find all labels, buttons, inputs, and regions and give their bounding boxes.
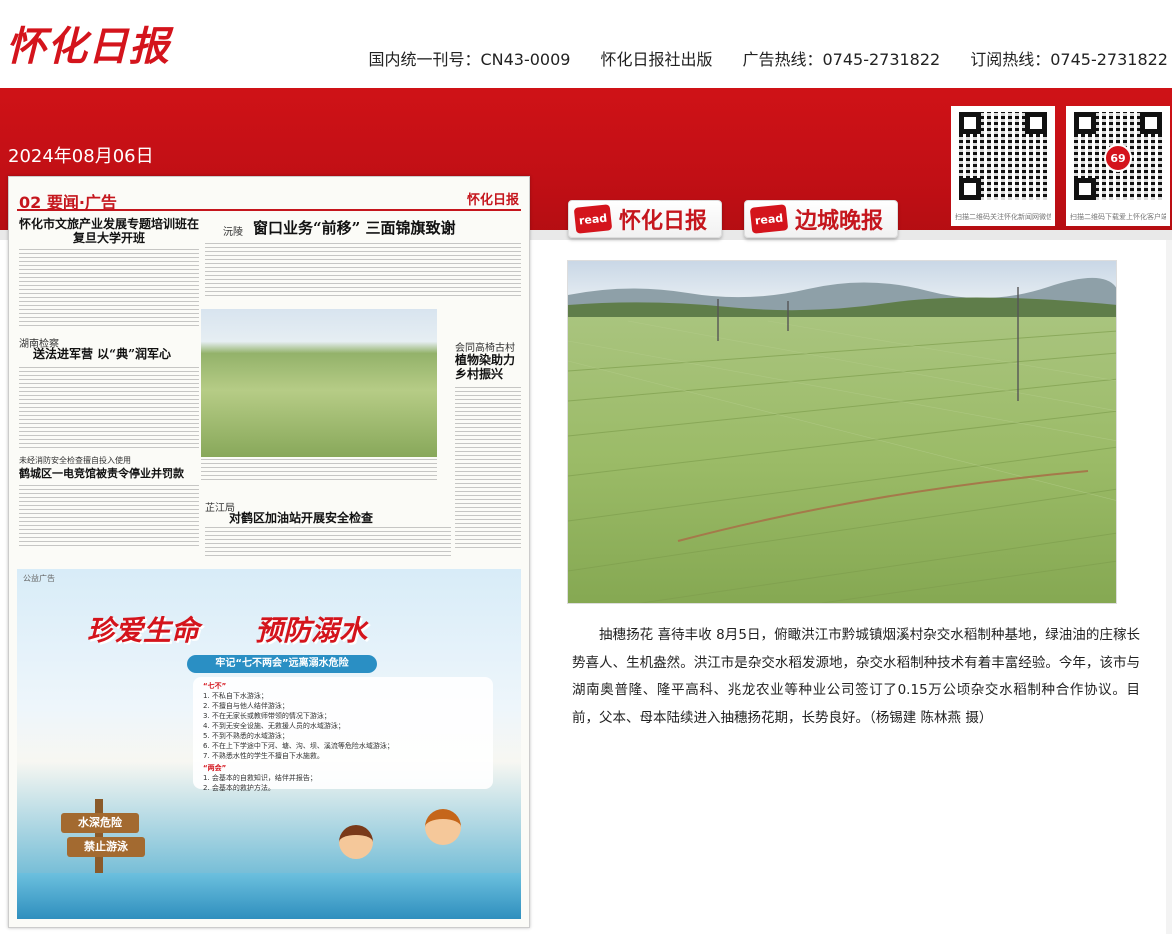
- kicker: 沅陵: [223, 227, 243, 238]
- article-text: [205, 527, 451, 557]
- anti-drowning-poster[interactable]: 公益广告 珍爱生命 预防溺水 牢记“七不两会”远离溺水危险 “七不” 1. 不私…: [17, 569, 521, 919]
- poster-seven-label: “七不”: [203, 682, 227, 690]
- edition-tabs: read 怀化日报 read 边城晚报: [568, 200, 899, 238]
- app-badge-icon: 69: [1104, 144, 1132, 172]
- child-drowning-icon: [339, 825, 373, 859]
- kicker: 会同高椅古村: [455, 343, 515, 354]
- qr-caption: 扫描二维码下载爱上怀化客户端: [1070, 213, 1166, 221]
- header-info-publisher: 怀化日报社出版: [600, 50, 713, 69]
- article-text: [205, 243, 521, 299]
- poster-rule: 1. 会基本的自救知识，结伴并报告；: [203, 774, 317, 782]
- headline-training[interactable]: 怀化市文旅产业发展专题培训班在复旦大学开班: [19, 217, 199, 246]
- water: [17, 873, 521, 919]
- article-photo[interactable]: [567, 260, 1117, 604]
- qr-caption: 扫描二维码关注怀化新闻网微信公众号: [955, 213, 1051, 221]
- sign-danger: 水深危险: [61, 813, 139, 833]
- site-logo[interactable]: 怀化日报: [6, 14, 170, 72]
- poster-tag: 公益广告: [23, 574, 55, 583]
- poster-rule: 2. 会基本的救护方法。: [203, 784, 275, 792]
- article-text: [455, 387, 521, 549]
- headline-law-army[interactable]: 送法进军营 以“典”润军心: [33, 347, 203, 361]
- rice-field-photo: [568, 261, 1116, 603]
- photo-caption-text: [201, 459, 437, 481]
- poster-rule: 3. 不在无家长或教师带领的情况下游泳；: [203, 712, 331, 720]
- header-info: 国内统一刊号：CN43-0009 怀化日报社出版 广告热线：0745-27318…: [368, 46, 1168, 70]
- page-header: 02 要闻·广告 怀化日报: [17, 187, 521, 212]
- poster-title-b: 预防溺水: [255, 614, 368, 647]
- header-info-subscribe-hotline: 订阅热线：0745-2731822: [970, 50, 1168, 69]
- headline-esports[interactable]: 鹤城区一电竞馆被责令停业并罚款: [19, 467, 199, 480]
- page-section-title: 02 要闻·广告: [19, 193, 117, 212]
- sign-no-swim: 禁止游泳: [67, 837, 145, 857]
- poster-rule: 2. 不擅自与他人结伴游泳；: [203, 702, 289, 710]
- poster-banner: 牢记“七不两会”远离溺水危险: [187, 655, 377, 673]
- page-edge: [1166, 240, 1172, 934]
- poster-rule: 4. 不到无安全设施、无救援人员的水域游泳；: [203, 722, 345, 730]
- poster-title-a: 珍爱生命: [87, 614, 200, 647]
- kicker: 未经消防安全检查擅自投入使用: [19, 456, 131, 465]
- site-header: 怀化日报 国内统一刊号：CN43-0009 怀化日报社出版 广告热线：0745-…: [0, 0, 1172, 88]
- issue-date[interactable]: 2024年08月06日: [8, 142, 154, 168]
- header-info-issn: 国内统一刊号：CN43-0009: [368, 50, 571, 69]
- article-text: [19, 485, 199, 549]
- child-drowning-icon: [425, 809, 461, 845]
- poster-rule: 5. 不到不熟悉的水域游泳；: [203, 732, 289, 740]
- page-photo-rice[interactable]: [201, 309, 437, 457]
- poster-rule: 6. 不在上下学途中下河、塘、沟、坝、溪流等危险水域游泳；: [203, 742, 394, 750]
- poster-two-label: “两会”: [203, 764, 227, 772]
- headline-window-service[interactable]: 窗口业务“前移” 三面锦旗致谢: [253, 219, 523, 237]
- headline-gas-station[interactable]: 对鹤区加油站开展安全检查: [229, 511, 449, 525]
- poster-rule: 1. 不私自下水游泳；: [203, 692, 268, 700]
- read-icon: read: [573, 204, 613, 234]
- tab-label: 怀化日报: [619, 208, 708, 234]
- tab-biancheng-evening[interactable]: read 边城晚报: [744, 200, 899, 238]
- qr-code-app: 69 扫描二维码下载爱上怀化客户端: [1066, 106, 1170, 226]
- read-icon: read: [749, 204, 789, 234]
- qr-code-wechat: 扫描二维码关注怀化新闻网微信公众号: [951, 106, 1055, 226]
- article-text: [19, 367, 199, 449]
- header-info-ad-hotline: 广告热线：0745-2731822: [742, 50, 941, 69]
- tab-huaihua-daily[interactable]: read 怀化日报: [568, 200, 723, 238]
- poster-rule: 7. 不熟悉水性的学生不擅自下水施救。: [203, 752, 324, 760]
- poster-rules: “七不” 1. 不私自下水游泳； 2. 不擅自与他人结伴游泳； 3. 不在无家长…: [193, 677, 493, 792]
- tab-label: 边城晚报: [795, 208, 884, 234]
- page-masthead: 怀化日报: [466, 193, 519, 208]
- headline-plant-dye[interactable]: 植物染助力乡村振兴: [455, 353, 523, 382]
- newspaper-page-image[interactable]: 02 要闻·广告 怀化日报 怀化市文旅产业发展专题培训班在复旦大学开班 沅陵 窗…: [8, 176, 530, 928]
- article-caption: 抽穗扬花 喜待丰收 8月5日，俯瞰洪江市黔城镇烟溪村杂交水稻制种基地，绿油油的庄…: [572, 627, 1140, 726]
- article-text: [19, 249, 199, 329]
